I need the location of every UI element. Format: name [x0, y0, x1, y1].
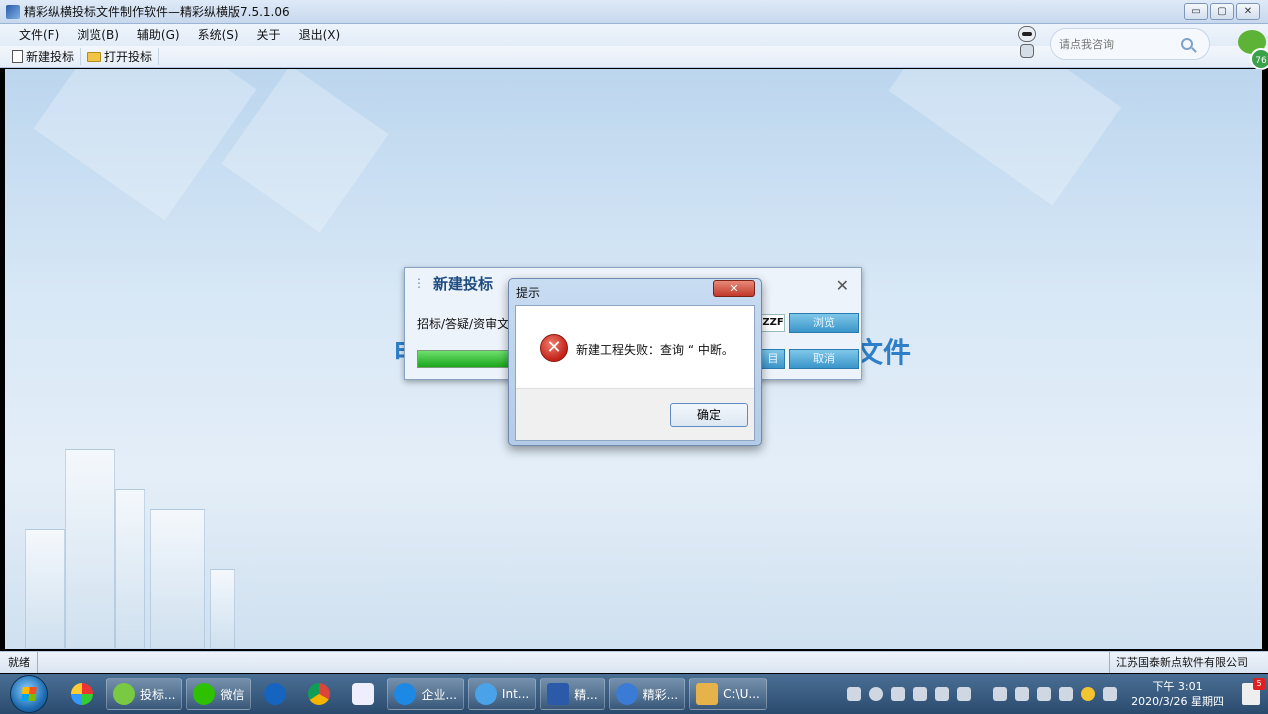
signal-icon[interactable]: [1103, 687, 1118, 701]
error-icon: ✕: [540, 334, 568, 362]
alert-dialog: 提示 ✕ ✕ 新建工程失败：查询 “ 中断。 确定: [508, 278, 762, 446]
taskbar-item[interactable]: 企业...: [387, 678, 464, 710]
taskbar-item-label: 投标...: [140, 687, 176, 702]
file-extension-field: ZZF: [761, 314, 785, 332]
taskbar-item[interactable]: 精...: [540, 678, 605, 710]
menu-file[interactable]: 文件(F): [10, 24, 68, 46]
clock-time: 下午 3:01: [1152, 680, 1203, 693]
system-clock[interactable]: 下午 3:01 2020/3/26 星期四: [1131, 679, 1224, 709]
taskbar-item[interactable]: 微信: [186, 678, 252, 710]
browse-button[interactable]: 浏览: [789, 313, 859, 333]
badge-count: 76: [1250, 48, 1268, 70]
project-button[interactable]: 目: [761, 349, 785, 369]
ok-button[interactable]: 确定: [670, 403, 748, 427]
security-icon[interactable]: [891, 687, 906, 701]
taskbar-item-label: C:\U...: [723, 687, 760, 701]
cancel-button[interactable]: 取消: [789, 349, 859, 369]
taskbar-item-label: 精...: [574, 687, 598, 702]
open-bid-button[interactable]: 打开投标: [81, 48, 160, 65]
plus-icon[interactable]: [1081, 687, 1096, 701]
qq-icon[interactable]: [935, 687, 950, 701]
title-bar: 精彩纵横投标文件制作软件—精彩纵横版7.5.1.06 ▭ ▢ ✕: [0, 0, 1268, 24]
feishu-icon: [352, 683, 375, 705]
wechat-icon: [193, 683, 216, 705]
network-icon[interactable]: [869, 687, 884, 701]
taskbar-item[interactable]: C:\U...: [689, 678, 767, 710]
menu-browse[interactable]: 浏览(B): [68, 24, 128, 46]
cloud-app-icon: [264, 683, 287, 705]
taskbar-pinned-app[interactable]: [343, 678, 383, 710]
menu-exit[interactable]: 退出(X): [290, 24, 350, 46]
drag-grip-icon[interactable]: ⋮: [413, 276, 425, 290]
message-icon[interactable]: [1015, 687, 1030, 701]
chrome-icon: [308, 683, 331, 705]
menu-about[interactable]: 关于: [248, 24, 290, 46]
alert-footer: 确定: [516, 388, 754, 440]
wechat-tray-icon[interactable]: [993, 687, 1008, 701]
clock-date: 2020/3/26 星期四: [1131, 695, 1224, 708]
progress-fill: [418, 351, 512, 367]
status-text: 就绪: [0, 652, 38, 673]
system-tray: 下午 3:01 2020/3/26 星期四 5: [847, 674, 1268, 714]
taskbar-pinned-app[interactable]: [255, 678, 295, 710]
progress-bar: [417, 350, 517, 368]
window-controls: ▭ ▢ ✕: [1184, 3, 1260, 20]
menu-assist[interactable]: 辅助(G): [128, 24, 189, 46]
taskbar-item[interactable]: 精彩...: [608, 678, 686, 710]
open-bid-label: 打开投标: [104, 50, 153, 64]
taskbar-pinned-app[interactable]: [299, 678, 339, 710]
company-name: 江苏国泰新点软件有限公司: [1109, 652, 1248, 673]
app-icon: [6, 4, 20, 19]
close-icon[interactable]: ✕: [836, 276, 849, 295]
cloud-icon[interactable]: [957, 687, 972, 701]
new-bid-dialog-title: 新建投标: [433, 274, 494, 293]
taskbar-pinned-app[interactable]: [62, 678, 102, 710]
search-icon[interactable]: [1181, 38, 1193, 50]
alert-title: 提示: [516, 286, 541, 300]
jingcai-app-icon: [615, 683, 638, 705]
jingcai-app-icon: [547, 683, 570, 705]
bid-file-label: 招标/答疑/资审文: [417, 317, 510, 331]
folder-icon: [87, 51, 102, 62]
alert-close-button[interactable]: ✕: [713, 280, 755, 297]
minimize-button[interactable]: ▭: [1184, 3, 1208, 20]
close-window-button[interactable]: ✕: [1236, 3, 1260, 20]
search-input[interactable]: [1059, 37, 1177, 51]
search-box: [1050, 28, 1210, 60]
start-button[interactable]: [10, 675, 48, 713]
background-logo-text: 文件: [855, 336, 912, 369]
taskbar-item[interactable]: Int...: [467, 678, 537, 710]
alert-message: 新建工程失败：查询 “ 中断。: [576, 343, 734, 357]
new-bid-label: 新建投标: [26, 50, 75, 64]
keyboard-icon[interactable]: [847, 687, 862, 701]
window-title: 精彩纵横投标文件制作软件—精彩纵横版7.5.1.06: [24, 5, 290, 19]
volume-icon[interactable]: [1059, 687, 1074, 701]
new-document-icon: [12, 50, 23, 63]
alert-body: ✕ 新建工程失败：查询 “ 中断。 确定: [515, 305, 755, 441]
maximize-button[interactable]: ▢: [1210, 3, 1234, 20]
taskbar-item-label: 企业...: [421, 687, 457, 702]
folder-icon: [696, 683, 719, 705]
taskbar-item[interactable]: 投标...: [106, 678, 183, 710]
taskbar-item-label: 精彩...: [642, 687, 679, 702]
robot-assistant-icon[interactable]: [1016, 26, 1038, 62]
usb-icon[interactable]: [1037, 687, 1052, 701]
taskbar-item-label: Int...: [501, 687, 530, 701]
tree-badge[interactable]: 76: [1238, 30, 1268, 70]
internet-explorer-icon: [474, 683, 497, 705]
notification-badge: 5: [1253, 678, 1265, 690]
status-bar: 就绪 江苏国泰新点软件有限公司: [0, 651, 1268, 673]
menu-system[interactable]: 系统(S): [189, 24, 248, 46]
bid-app-icon: [113, 683, 135, 705]
shield-icon[interactable]: [913, 687, 928, 701]
notification-icon[interactable]: 5: [1242, 678, 1265, 705]
taskbar: 投标... 微信 企业... Int... 精... 精彩... C:\U...: [0, 674, 1268, 714]
new-bid-button[interactable]: 新建投标: [6, 48, 82, 65]
taskbar-item-label: 微信: [220, 687, 245, 702]
app-icon: [71, 683, 93, 705]
enterprise-app-icon: [394, 683, 417, 705]
